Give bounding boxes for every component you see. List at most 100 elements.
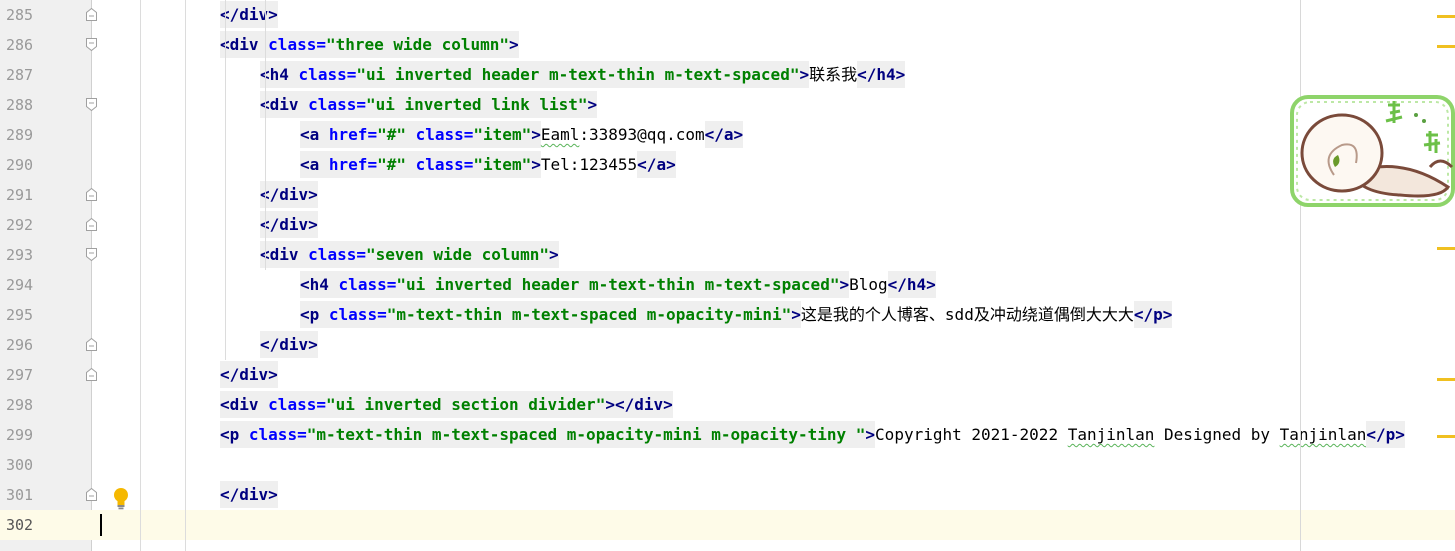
code-line[interactable]: 297 </div> — [0, 360, 1455, 390]
code-text[interactable]: </div> — [220, 360, 278, 390]
line-number[interactable]: 288 — [6, 90, 40, 120]
indent-guide — [225, 0, 226, 360]
token-tn: p — [1385, 421, 1396, 448]
token-tag: </ — [704, 121, 724, 148]
scroll-marker[interactable] — [1437, 435, 1455, 438]
line-number[interactable]: 296 — [6, 330, 40, 360]
code-line[interactable]: 300 — [0, 450, 1455, 480]
token-av: "three wide column" — [325, 31, 509, 58]
line-number[interactable]: 291 — [6, 180, 40, 210]
scroll-marker[interactable] — [1437, 45, 1455, 48]
token-typo: Tanjinlan — [1279, 425, 1367, 444]
fold-start-icon[interactable] — [86, 98, 97, 111]
code-line[interactable]: 293 <div class="seven wide column"> — [0, 240, 1455, 270]
token-tn: p — [229, 421, 249, 448]
code-text[interactable]: </div> — [260, 330, 318, 360]
token-tn: div — [634, 391, 664, 418]
token-tag: > — [268, 1, 278, 28]
token-tag: </ — [887, 271, 907, 298]
code-line[interactable]: 291 </div> — [0, 180, 1455, 210]
code-text[interactable]: </div> — [220, 0, 278, 30]
scroll-marker[interactable] — [1437, 15, 1455, 18]
line-number[interactable]: 295 — [6, 300, 40, 330]
code-text[interactable]: <div class="ui inverted section divider"… — [220, 390, 673, 420]
token-av: "item" — [473, 151, 532, 178]
line-number[interactable]: 297 — [6, 360, 40, 390]
code-line[interactable]: 294 <h4 class="ui inverted header m-text-… — [0, 270, 1455, 300]
line-number[interactable]: 300 — [6, 450, 40, 480]
token-tn: h4 — [906, 271, 927, 298]
code-text[interactable]: <a href="#" class="item">Tel:123455</a> — [300, 150, 676, 180]
line-number[interactable]: 292 — [6, 210, 40, 240]
line-number[interactable]: 290 — [6, 150, 40, 180]
code-line[interactable]: 288 <div class="ui inverted link list"> — [0, 90, 1455, 120]
token-tag: < — [220, 421, 230, 448]
token-av: "m-text-thin m-text-spaced m-opacity-min… — [306, 421, 866, 448]
code-line[interactable]: 298 <div class="ui inverted section divid… — [0, 390, 1455, 420]
code-editor[interactable]: 285 </div> 286 <div class="three wide colum… — [0, 0, 1455, 551]
code-text[interactable]: <div class="ui inverted link list"> — [260, 90, 598, 120]
line-number[interactable]: 302 — [6, 510, 40, 540]
code-line[interactable]: 285 </div> — [0, 0, 1455, 30]
token-tag: > — [268, 361, 278, 388]
token-an: class= — [328, 301, 387, 328]
code-text[interactable]: <h4 class="ui inverted header m-text-thi… — [260, 60, 906, 90]
token-av: "#" — [377, 121, 416, 148]
code-line[interactable]: 295 <p class="m-text-thin m-text-spaced m… — [0, 300, 1455, 330]
token-tn: p — [309, 301, 329, 328]
lightbulb-icon[interactable] — [112, 487, 130, 511]
token-tag: </ — [260, 211, 280, 238]
line-number[interactable]: 298 — [6, 390, 40, 420]
code-line[interactable]: 299 <p class="m-text-thin m-text-spaced m… — [0, 420, 1455, 450]
scroll-marker[interactable] — [1437, 378, 1455, 381]
code-text[interactable]: <p class="m-text-thin m-text-spaced m-op… — [220, 420, 1405, 450]
token-av: "item" — [473, 121, 532, 148]
line-number[interactable]: 293 — [6, 240, 40, 270]
token-tn: p — [1153, 301, 1163, 328]
line-number[interactable]: 301 — [6, 480, 40, 510]
fold-end-icon[interactable] — [86, 368, 97, 381]
fold-end-icon[interactable] — [86, 188, 97, 201]
code-text[interactable]: <a href="#" class="item">Eaml:33893@qq.c… — [300, 120, 744, 150]
token-txt: 这是我的个人博客、sdd及冲动绕道偶倒大大大 — [800, 305, 1134, 324]
fold-end-icon[interactable] — [86, 338, 97, 351]
token-tag: ></ — [605, 391, 635, 418]
fold-end-icon[interactable] — [86, 8, 97, 21]
code-text[interactable]: <p class="m-text-thin m-text-spaced m-op… — [300, 300, 1173, 330]
line-number[interactable]: 299 — [6, 420, 40, 450]
code-text[interactable]: <div class="seven wide column"> — [260, 240, 559, 270]
code-line[interactable]: 302 — [0, 510, 1455, 540]
fold-start-icon[interactable] — [86, 248, 97, 261]
code-line[interactable]: 301 </div> — [0, 480, 1455, 510]
token-an: class= — [308, 241, 366, 268]
code-line[interactable]: 289 <a href="#" class="item">Eaml:33893@q… — [0, 120, 1455, 150]
scroll-marker[interactable] — [1437, 247, 1455, 250]
code-line[interactable]: 287 <h4 class="ui inverted header m-text-… — [0, 60, 1455, 90]
token-an: class= — [248, 421, 307, 448]
token-tag: > — [509, 31, 519, 58]
line-number[interactable]: 287 — [6, 60, 40, 90]
line-number[interactable]: 286 — [6, 30, 40, 60]
token-an: class= — [308, 91, 366, 118]
line-number[interactable]: 289 — [6, 120, 40, 150]
code-line[interactable]: 286 <div class="three wide column"> — [0, 30, 1455, 60]
code-text[interactable]: </div> — [260, 180, 318, 210]
token-tn: a — [723, 121, 734, 148]
token-tag: > — [895, 61, 906, 88]
token-tag: > — [733, 121, 744, 148]
line-number[interactable]: 294 — [6, 270, 40, 300]
token-an: class= — [338, 271, 397, 298]
code-text[interactable]: </div> — [260, 210, 318, 240]
code-text[interactable]: <h4 class="ui inverted header m-text-thi… — [300, 270, 936, 300]
code-line[interactable]: 292 </div> — [0, 210, 1455, 240]
fold-end-icon[interactable] — [86, 218, 97, 231]
token-txt: Copyright 2021-2022 — [875, 425, 1068, 444]
code-line[interactable]: 290 <a href="#" class="item">Tel:123455</… — [0, 150, 1455, 180]
line-number[interactable]: 285 — [6, 0, 40, 30]
code-line[interactable]: 296 </div> — [0, 330, 1455, 360]
fold-start-icon[interactable] — [86, 38, 97, 51]
code-text[interactable]: </div> — [220, 480, 278, 510]
token-an: class= — [298, 61, 357, 88]
fold-end-icon[interactable] — [86, 488, 97, 501]
token-tn: div — [229, 31, 269, 58]
